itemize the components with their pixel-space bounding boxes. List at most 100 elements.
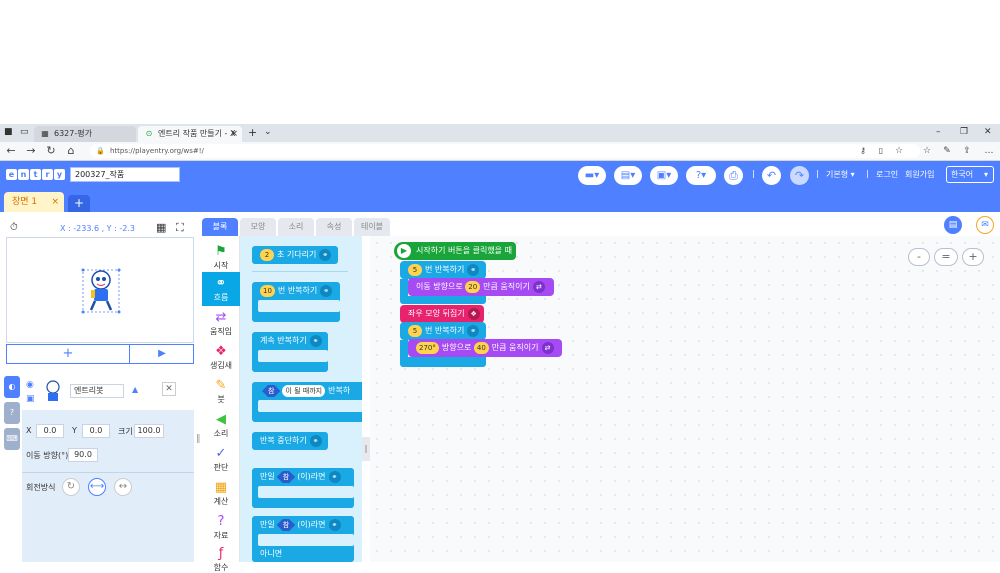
maximize-icon[interactable]: ❐ xyxy=(960,127,968,137)
if-block[interactable]: 만일 참 (이)라면 ⚭ xyxy=(252,468,354,508)
x-input[interactable]: 0.0 xyxy=(36,424,64,438)
tab-shapes[interactable]: 모양 xyxy=(240,218,276,236)
object-name-input[interactable]: 엔트리봇 xyxy=(70,384,124,398)
eye-icon[interactable]: ◉ xyxy=(26,380,34,390)
break-block[interactable]: 반복 중단하기 ⚭ xyxy=(252,432,328,450)
wait-block[interactable]: 2초 기다리기 ⚭ xyxy=(252,246,338,264)
browser-tab-2[interactable]: ⊙ 엔트리 작품 만들기 - X × xyxy=(138,126,242,142)
tab-sounds[interactable]: 소리 xyxy=(278,218,314,236)
url-input[interactable]: 🔒 https://playentry.org/ws#!/ xyxy=(90,144,920,158)
delete-object-icon[interactable]: ✕ xyxy=(162,382,176,396)
grid-icon[interactable]: ▦ xyxy=(156,221,166,234)
zoom-in-button[interactable]: + xyxy=(962,248,984,266)
repeat-until-block[interactable]: 참이 될 때까지 반복하 xyxy=(252,382,362,422)
move-block-1[interactable]: 이동 방향으로 20 만큼 움직이기 ⇄ xyxy=(408,278,554,296)
window-menu-icon[interactable]: ■ xyxy=(4,127,13,137)
forever-block[interactable]: 계속 반복하기 ⚭ xyxy=(252,332,328,372)
script-workspace[interactable]: - = + ▶ 시작하기 버튼을 클릭했을 때 5번 반복하기 ⚭ 이동 방향으로… xyxy=(370,236,1000,562)
if-else-block[interactable]: 만일 참 (이)라면 ⚭ 아니면 xyxy=(252,516,354,562)
rotate-horizontal-icon[interactable]: ⟷ xyxy=(88,478,106,496)
flip-block[interactable]: 좌우 모양 뒤집기 ❖ xyxy=(400,305,484,323)
undo-icon[interactable]: ↶ xyxy=(762,166,781,185)
chevron-up-icon[interactable]: ▲ xyxy=(132,385,138,394)
chat-icon[interactable]: ▤ xyxy=(944,216,962,234)
category-sound[interactable]: ◀ 소리 xyxy=(202,408,240,442)
palette-resize-handle[interactable]: ‖ xyxy=(362,437,370,461)
forward-icon[interactable]: → xyxy=(24,144,38,158)
share-icon[interactable]: ⇪ xyxy=(960,144,974,158)
close-window-icon[interactable]: ✕ xyxy=(984,127,992,137)
more-icon[interactable]: … xyxy=(982,144,996,158)
category-move[interactable]: ⇄ 움직임 xyxy=(202,306,240,340)
fullscreen-icon[interactable]: ⛶ xyxy=(176,221,184,235)
object-row[interactable]: ◉ ▣ 엔트리봇 ▲ ✕ xyxy=(22,374,194,410)
repeat-block-2[interactable]: 5번 반복하기 ⚭ xyxy=(400,322,486,340)
category-calc[interactable]: ▦ 계산 xyxy=(202,476,240,510)
zoom-reset-button[interactable]: = xyxy=(934,248,958,266)
redo-icon[interactable]: ↷ xyxy=(790,166,809,185)
language-select[interactable]: 한국어 ▾ xyxy=(946,166,994,183)
home-icon[interactable]: ⌂ xyxy=(64,144,78,158)
favorite-star-icon[interactable]: ☆ xyxy=(892,144,906,158)
category-data[interactable]: ? 자료 xyxy=(202,510,240,544)
tab-list-icon[interactable]: ▭ xyxy=(20,127,29,137)
new-tab-icon[interactable]: + xyxy=(248,126,257,139)
reader-icon[interactable]: ▯ xyxy=(874,144,888,158)
stage-canvas[interactable] xyxy=(6,237,194,343)
add-object-button[interactable]: + xyxy=(7,345,130,363)
signup-link[interactable]: 회원가입 xyxy=(905,169,934,180)
direction-input[interactable]: 90.0 xyxy=(68,448,98,462)
save-menu-button[interactable]: ▣▾ xyxy=(650,166,678,185)
login-link[interactable]: 로그인 xyxy=(876,169,898,180)
browser-tab-1[interactable]: ▦ 6327-평가 xyxy=(34,126,136,142)
rotate-free-icon[interactable]: ↻ xyxy=(62,478,80,496)
looks-icon: ❖ xyxy=(215,344,227,359)
add-scene-button[interactable]: + xyxy=(68,195,90,212)
category-brush[interactable]: ✎ 붓 xyxy=(202,374,240,408)
panel-resize-handle[interactable]: ‖ xyxy=(196,434,201,444)
category-function[interactable]: ƒ 함수 xyxy=(202,542,240,572)
move-arrow-icon: ⇄ xyxy=(532,281,545,293)
file-menu-button[interactable]: ▤▾ xyxy=(614,166,642,185)
block-mode-button[interactable]: ▬▾ xyxy=(578,166,606,185)
help-icon[interactable]: ? xyxy=(4,402,20,424)
stage-controls: + ▶ xyxy=(6,344,194,364)
speed-icon[interactable]: ⏱ xyxy=(10,222,18,233)
minimize-icon[interactable]: – xyxy=(936,127,941,137)
refresh-icon[interactable]: ↻ xyxy=(44,144,58,158)
start-block[interactable]: ▶ 시작하기 버튼을 클릭했을 때 xyxy=(394,242,516,260)
chevron-down-icon[interactable]: ⌄ xyxy=(264,127,272,137)
y-input[interactable]: 0.0 xyxy=(82,424,110,438)
close-scene-icon[interactable]: × xyxy=(51,192,59,212)
scene-tab[interactable]: 장면 1 × xyxy=(4,192,64,212)
close-tab-icon[interactable]: × xyxy=(230,126,238,142)
tab-tables[interactable]: 테이블 xyxy=(354,218,390,236)
repeat-block[interactable]: 10 번 반복하기 ⚭ xyxy=(252,282,340,322)
tab-properties[interactable]: 속성 xyxy=(316,218,352,236)
key-icon[interactable]: ⚷ xyxy=(856,144,870,158)
zoom-out-button[interactable]: - xyxy=(908,248,930,266)
inbox-icon[interactable]: ✉ xyxy=(976,216,994,234)
tab-blocks[interactable]: 블록 xyxy=(202,218,238,236)
move-block-2[interactable]: 270° 방향으로 40 만큼 움직이기 ⇄ xyxy=(408,339,562,357)
category-looks[interactable]: ❖ 생김새 xyxy=(202,340,240,374)
play-button[interactable]: ▶ xyxy=(131,345,193,363)
project-name-input[interactable]: 200327_작품 xyxy=(70,167,180,182)
back-icon[interactable]: ← xyxy=(4,144,18,158)
favorites-icon[interactable]: ☆ xyxy=(920,144,934,158)
mode-select[interactable]: 기본형 ▾ xyxy=(826,169,855,180)
size-input[interactable]: 100.0 xyxy=(134,424,164,438)
rotate-none-icon[interactable]: ↔ xyxy=(114,478,132,496)
keyboard-icon[interactable]: ⌨ xyxy=(4,428,20,450)
entrybot-sprite[interactable] xyxy=(81,268,121,314)
category-judge[interactable]: ✓ 판단 xyxy=(202,442,240,476)
repeat-block-1[interactable]: 5번 반복하기 ⚭ xyxy=(400,261,486,279)
category-flow[interactable]: ⚭ 흐름 xyxy=(202,272,240,306)
pen-icon[interactable]: ✎ xyxy=(940,144,954,158)
help-menu-button[interactable]: ?▾ xyxy=(686,166,716,185)
object-list-icon[interactable]: ◐ xyxy=(4,376,20,398)
print-icon[interactable]: ⎙ xyxy=(724,166,743,185)
lock-icon[interactable]: ▣ xyxy=(26,394,35,404)
entry-logo[interactable]: entry xyxy=(6,169,66,180)
category-start[interactable]: ⚑ 시작 xyxy=(202,240,240,274)
